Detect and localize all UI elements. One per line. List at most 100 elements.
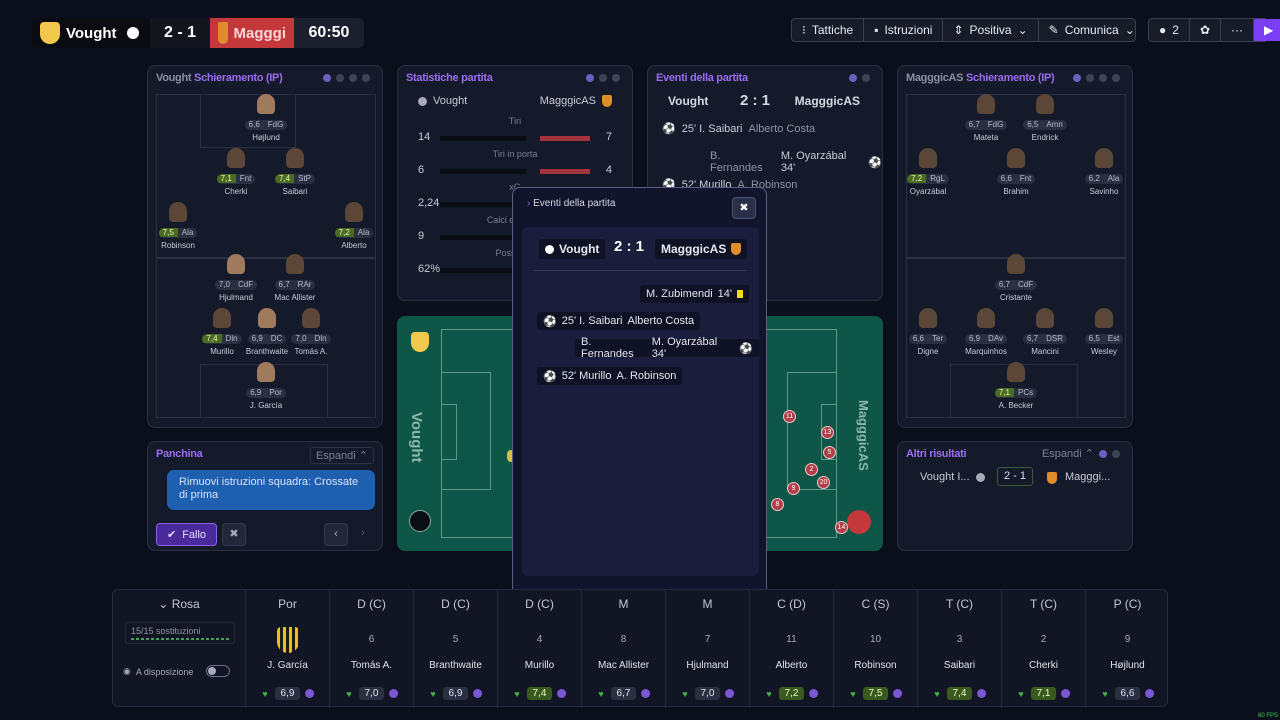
dot[interactable] <box>586 74 594 82</box>
dismiss-button[interactable]: ✖ <box>222 523 246 546</box>
panel-page-dots[interactable] <box>849 74 870 82</box>
away-player-marker: 5 <box>823 446 836 459</box>
squad-player-column[interactable]: D (C) 4 Murillo ♥ 7,4 <box>497 590 581 708</box>
instructions-button[interactable]: ▪ Istruzioni <box>864 19 944 41</box>
foul-button[interactable]: ✔ Fallo <box>156 523 217 546</box>
mentality-dropdown[interactable]: ⇕ Positiva ⌄ <box>943 19 1039 41</box>
dot[interactable] <box>1099 74 1107 82</box>
squad-player-column[interactable]: C (D) 11 Alberto ♥ 7,2 <box>749 590 833 708</box>
modal-event[interactable]: B. Fernandes M. Oyarzábal 34' ⚽ <box>575 336 759 360</box>
lineup-player[interactable]: 7,4 StP Saibari <box>265 148 325 196</box>
squad-title[interactable]: ⌄ Rosa <box>113 597 245 611</box>
lineup-player[interactable]: 7,2 Ala Alberto <box>324 202 384 250</box>
modal-event[interactable]: ⚽ 52' Murillo A. Robinson <box>537 367 683 385</box>
lineup-player[interactable]: 7,0 Dln Tomás A. <box>281 308 341 356</box>
squad-player-column[interactable]: Por J. García ♥ 6,9 <box>245 590 329 708</box>
modal-away: MagggicAS <box>655 239 748 259</box>
lineup-player[interactable]: 6,7 FdG Mateta <box>956 94 1016 142</box>
rating-pill: 7,0 CdF <box>214 279 258 290</box>
player-role: Ter <box>932 334 944 343</box>
expand-button[interactable]: Espandi ⌃ <box>1042 447 1094 460</box>
player-rating: 6,2 <box>1088 174 1100 183</box>
ball-icon: ⚽ <box>543 315 557 328</box>
lineup-player[interactable]: 6,6 Ter Digne <box>898 308 958 356</box>
lineup-player[interactable]: 6,5 Est Wesley <box>1074 308 1134 356</box>
lineup-player[interactable]: 6,9 Por J. García <box>236 362 296 410</box>
lineup-player[interactable]: 7,2 RgL Oyarzábal <box>898 148 958 196</box>
panel-page-dots[interactable] <box>1099 450 1120 458</box>
lineup-player[interactable]: 7,1 PCs A. Becker <box>986 362 1046 410</box>
dot[interactable] <box>1073 74 1081 82</box>
squad-player-column[interactable]: T (C) 3 Saibari ♥ 7,4 <box>917 590 1001 708</box>
squad-player-column[interactable]: D (C) 5 Branthwaite ♥ 6,9 <box>413 590 497 708</box>
lineup-player[interactable]: 7,1 Fnt Cherki <box>206 148 266 196</box>
settings-button[interactable]: ✿ <box>1190 19 1221 41</box>
player-role: Fnt <box>1019 174 1032 183</box>
communicate-dropdown[interactable]: ✎ Comunica ⌄ <box>1039 19 1145 41</box>
player-condition: ♥ 6,7 <box>597 687 651 700</box>
play-button[interactable]: ▶ <box>1254 19 1280 41</box>
chevron-left-icon: ‹ <box>334 528 338 540</box>
panel-page-dots[interactable] <box>323 74 370 82</box>
modal-event[interactable]: M. Zubimendi 14' <box>640 285 749 303</box>
expand-button[interactable]: Espandi ⌃ <box>309 447 374 464</box>
dot[interactable] <box>1112 74 1120 82</box>
dot[interactable] <box>1112 450 1120 458</box>
players-button[interactable]: ● 2 <box>1149 19 1190 41</box>
lineup-player[interactable]: 6,6 FdG Højlund <box>236 94 296 142</box>
dot[interactable] <box>1086 74 1094 82</box>
squad-player-column[interactable]: M 8 Mac Allister ♥ 6,7 <box>581 590 665 708</box>
event-text: M. Zubimendi <box>646 288 713 300</box>
lineup-player[interactable]: 6,7 RAr Mac Allister <box>265 254 325 302</box>
player-role: StP <box>298 174 312 183</box>
available-toggle[interactable] <box>206 665 230 677</box>
lineup-player[interactable]: 7,0 CdF Hjulmand <box>206 254 266 302</box>
event-row[interactable]: ⚽ 25' I. Saibari Alberto Costa <box>662 122 815 136</box>
dot[interactable] <box>362 74 370 82</box>
home-kit-icon[interactable] <box>409 510 431 532</box>
more-button[interactable]: ··· <box>1221 19 1254 41</box>
dot[interactable] <box>323 74 331 82</box>
player-avatar <box>919 308 937 328</box>
panel-page-dots[interactable] <box>586 74 620 82</box>
player-role: RgL <box>930 174 945 183</box>
away-kit-icon[interactable] <box>847 510 871 534</box>
prev-button[interactable]: ‹ <box>324 523 348 546</box>
lineup-player[interactable]: 7,5 Ala Robinson <box>148 202 208 250</box>
lineup-player[interactable]: 6,6 Fnt Brahim <box>986 148 1046 196</box>
player-name: Mac Allister <box>597 660 650 671</box>
panel-page-dots[interactable] <box>1073 74 1120 82</box>
lineup-player[interactable]: 6,7 DSR Mancini <box>1015 308 1075 356</box>
result-score[interactable]: 2 - 1 <box>997 467 1033 486</box>
squad-player-column[interactable]: C (S) 10 Robinson ♥ 7,5 <box>833 590 917 708</box>
home-lineup-label: Schieramento (IP) <box>194 72 283 84</box>
lineup-player[interactable]: 6,9 DAv Marquinhos <box>956 308 1016 356</box>
modal-event[interactable]: ⚽ 25' I. Saibari Alberto Costa <box>537 312 701 330</box>
dot[interactable] <box>862 74 870 82</box>
events-home: Vought <box>668 94 709 108</box>
squad-player-column[interactable]: D (C) 6 Tomás A. ♥ 7,0 <box>329 590 413 708</box>
squad-player-column[interactable]: P (C) 9 Højlund ♥ 6,6 <box>1085 590 1169 708</box>
squad-player-column[interactable]: T (C) 2 Cherki ♥ 7,1 <box>1001 590 1085 708</box>
next-button[interactable]: › <box>351 523 375 546</box>
squad-player-column[interactable]: M 7 Hjulmand ♥ 7,0 <box>665 590 749 708</box>
event-row[interactable]: B. Fernandes M. Oyarzábal 34' ⚽ <box>710 150 882 174</box>
player-rating: 6,7 <box>968 120 980 129</box>
dot[interactable] <box>349 74 357 82</box>
results-title: Altri risultati <box>906 448 967 460</box>
player-condition: ♥ 6,6 <box>1101 687 1155 700</box>
dot[interactable] <box>599 74 607 82</box>
dot[interactable] <box>849 74 857 82</box>
dot[interactable] <box>1099 450 1107 458</box>
bench-title: Panchina <box>156 448 203 460</box>
lineup-player[interactable]: 6,5 Amn Endrick <box>1015 94 1075 142</box>
tactics-button[interactable]: ⁝ Tattiche <box>792 19 865 41</box>
close-modal-button[interactable]: ✖ <box>732 197 756 219</box>
lineup-player[interactable]: 6,7 CdF Cristante <box>986 254 1046 302</box>
lineup-player[interactable]: 6,2 Ala Savinho <box>1074 148 1134 196</box>
heart-icon: ♥ <box>430 688 436 699</box>
dot[interactable] <box>612 74 620 82</box>
modal-home: Vought <box>539 239 606 259</box>
dot[interactable] <box>336 74 344 82</box>
player-position: T (C) <box>945 597 974 611</box>
